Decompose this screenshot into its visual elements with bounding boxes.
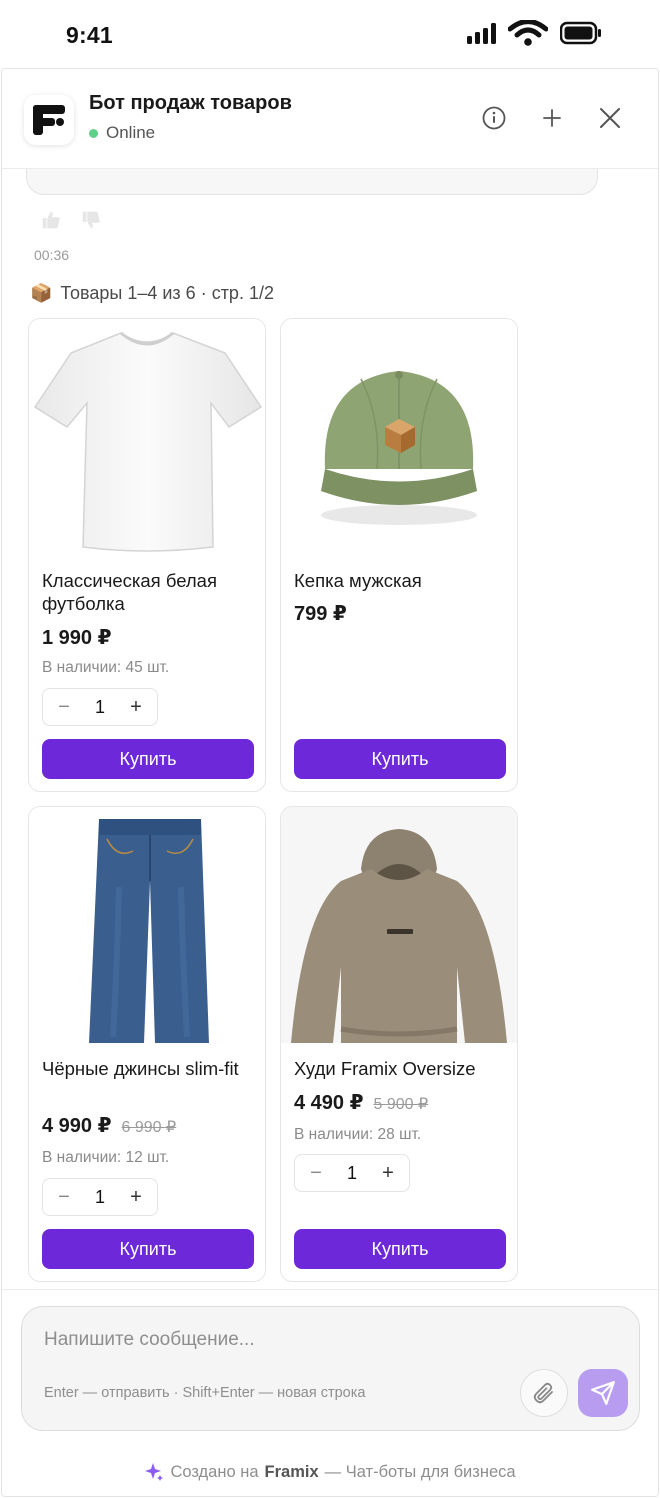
increase-quantity-button[interactable]: + [125,1186,147,1209]
info-icon [482,106,506,130]
buy-button[interactable]: Купить [294,739,506,779]
close-icon [600,108,620,128]
increase-quantity-button[interactable]: + [377,1162,399,1185]
price-old: 6 990 ₽ [121,1119,177,1136]
products-caption-text: Товары 1–4 из 6 · стр. 1/2 [60,283,274,303]
price-current: 4 990 ₽ [42,1115,112,1137]
bot-status: Online [89,123,155,143]
product-card: Худи Framix Oversize 4 490 ₽ 5 900 ₽ В н… [280,806,518,1282]
quantity-stepper: − 1 + [42,1178,158,1216]
sparkle-icon [145,1463,164,1481]
product-image[interactable] [29,319,265,555]
product-card: Классическая белая футболка 1 990 ₽ В на… [28,318,266,792]
product-card: Кепка мужская 799 ₽ Купить [280,318,518,792]
composer-area: Напишите сообщение... Enter — отправить … [2,1289,658,1496]
send-icon [591,1381,615,1405]
product-name: Худи Framix Oversize [294,1058,476,1079]
product-price: 4 990 ₽ 6 990 ₽ [42,1113,176,1138]
chat-widget: Бот продаж товаров Online 00:36 📦 Товары… [1,68,659,1497]
attach-button[interactable] [520,1369,568,1417]
send-button[interactable] [578,1369,628,1417]
status-bar: 9:41 [0,0,660,68]
wifi-icon [508,20,548,46]
message-input-placeholder[interactable]: Напишите сообщение... [44,1329,255,1351]
buy-button[interactable]: Купить [42,1229,254,1269]
message-list[interactable]: 00:36 📦 Товары 1–4 из 6 · стр. 1/2 Класс… [2,169,658,1289]
paperclip-icon [533,1382,553,1404]
product-image[interactable] [281,319,517,555]
powered-by-prefix: Создано на [170,1462,259,1481]
green-cap-image [321,371,477,525]
product-name: Кепка мужская [294,570,422,591]
previous-message-bubble [26,169,598,195]
powered-by: Создано на Framix — Чат-боты для бизнеса [2,1462,658,1482]
buy-button[interactable]: Купить [294,1229,506,1269]
online-dot-icon [89,128,98,138]
product-price: 1 990 ₽ [42,625,112,650]
product-image[interactable] [29,807,265,1043]
message-input[interactable]: Напишите сообщение... Enter — отправить … [21,1306,640,1431]
bot-title: Бот продаж товаров [89,92,292,114]
product-price: 4 490 ₽ 5 900 ₽ [294,1090,428,1115]
new-chat-button[interactable] [535,101,569,135]
product-stock: В наличии: 28 шт. [294,1126,422,1143]
plus-icon [543,109,561,127]
product-name: Чёрные джинсы slim-fit [42,1058,239,1079]
buy-button[interactable]: Купить [42,739,254,779]
price-current: 4 490 ₽ [294,1092,364,1114]
package-icon: 📦 [30,283,53,303]
info-button[interactable] [477,101,511,135]
bot-status-label: Online [106,123,156,142]
cellular-signal-icon [467,22,496,44]
product-card: Чёрные джинсы slim-fit 4 990 ₽ 6 990 ₽ В… [28,806,266,1282]
battery-icon [560,21,601,45]
product-stock: В наличии: 45 шт. [42,659,170,676]
thumbs-down-icon[interactable] [80,209,102,231]
thumbs-up-icon[interactable] [40,209,62,231]
powered-by-brand[interactable]: Framix [265,1463,319,1482]
white-tshirt-image [33,331,263,552]
product-price: 799 ₽ [294,601,347,626]
powered-by-suffix: — Чат-боты для бизнеса [324,1462,516,1481]
quantity-value[interactable]: 1 [95,1187,105,1208]
blue-jeans-image [89,819,209,1043]
status-icons [467,20,602,46]
products-caption: 📦 Товары 1–4 из 6 · стр. 1/2 [30,283,274,304]
product-image[interactable] [281,807,517,1043]
price-current: 799 ₽ [294,603,347,625]
chat-header: Бот продаж товаров Online [2,69,658,169]
price-old: 5 900 ₽ [373,1096,429,1113]
quantity-value[interactable]: 1 [347,1163,357,1184]
message-reactions [40,209,102,231]
decrease-quantity-button[interactable]: − [53,1186,75,1209]
quantity-stepper: − 1 + [42,688,158,726]
increase-quantity-button[interactable]: + [125,696,147,719]
decrease-quantity-button[interactable]: − [305,1162,327,1185]
keyboard-hint: Enter — отправить · Shift+Enter — новая … [44,1385,366,1401]
decrease-quantity-button[interactable]: − [53,696,75,719]
quantity-value[interactable]: 1 [95,697,105,718]
product-stock: В наличии: 12 шт. [42,1149,170,1166]
bot-logo-icon [24,95,74,145]
price-current: 1 990 ₽ [42,627,112,649]
product-name: Классическая белая футболка [42,570,217,614]
close-button[interactable] [593,101,627,135]
quantity-stepper: − 1 + [294,1154,410,1192]
message-timestamp: 00:36 [34,247,70,263]
beige-hoodie-image [281,807,517,1043]
status-time: 9:41 [66,22,113,48]
